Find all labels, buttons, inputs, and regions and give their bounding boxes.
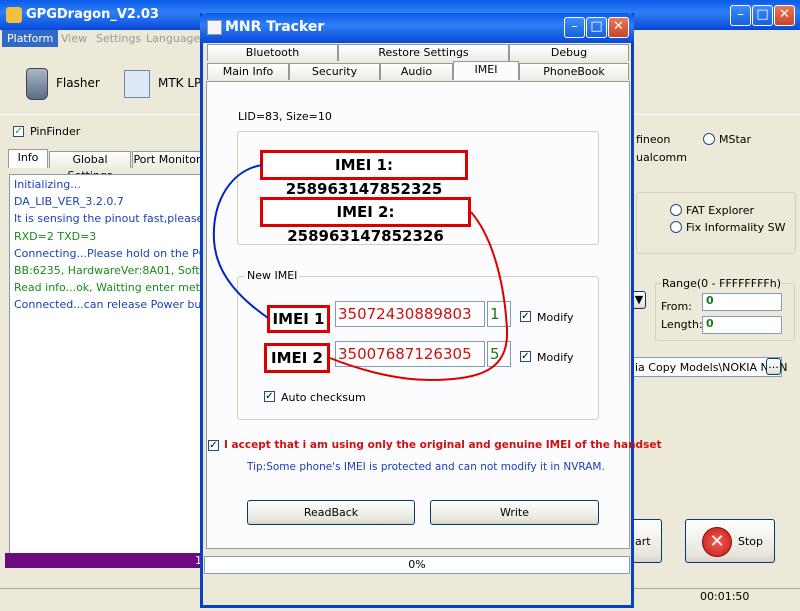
annotation-line-red — [329, 211, 509, 382]
annotation-line-blue — [212, 164, 269, 319]
annotation-overlay — [212, 164, 509, 382]
